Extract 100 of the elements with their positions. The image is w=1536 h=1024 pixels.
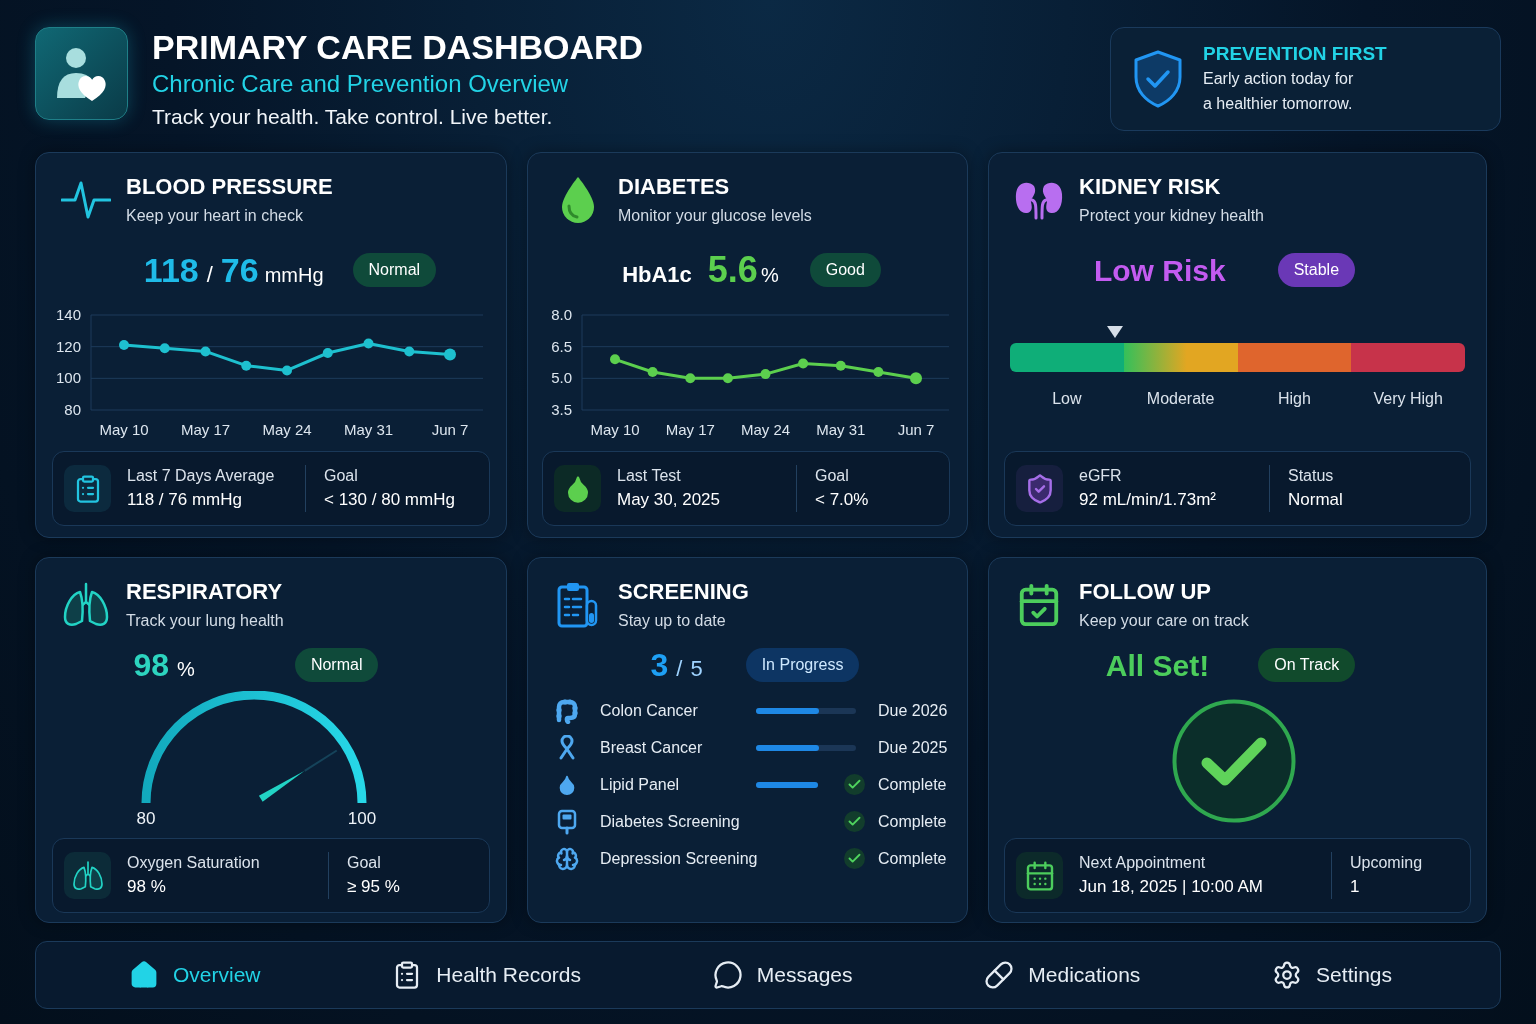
status-badge: Stable [1277,253,1356,287]
screening-count: 3 / 5 [650,646,703,685]
axis-label: Jun 7 [431,421,469,438]
summary-label: Goal [347,852,382,873]
data-point [910,372,922,385]
brain-icon [555,846,579,871]
summary-value: 1 [1350,875,1361,898]
nav-tab[interactable]: Health Records [392,959,582,991]
risk-label: Very High [1373,389,1443,409]
nav-tab[interactable]: Messages [712,959,853,991]
data-point [444,348,456,361]
summary-label: Last Test [617,465,682,486]
data-point [119,340,129,351]
summary-value: Jun 18, 2025 | 10:00 AM [1079,875,1264,898]
axis-label: May 10 [590,421,640,438]
screening-name: Diabetes Screening [600,811,741,832]
axis-label: Jun 7 [897,421,935,438]
dashboard-title: PRIMARY CARE DASHBOARD [152,27,644,68]
hba1c-reading: HbA1c 5.6% [622,248,779,292]
screening-name: Lipid Panel [600,774,681,795]
lungs-icon [64,852,111,899]
calendar-icon [1016,852,1063,899]
card-subtitle: Track your lung health [126,611,284,631]
dashboard-subtitle: Chronic Care and Prevention Overview [152,69,570,99]
shield-check-icon [1133,50,1183,108]
gauge-label: 100 [347,809,377,828]
home-icon [129,960,159,990]
screening-status: Complete [878,774,947,795]
lungs-icon [62,581,110,629]
axis-label: May 10 [99,421,149,438]
data-point [760,369,771,380]
drop-icon [554,465,601,512]
axis-label: May 17 [665,421,715,438]
oxygen-reading: 98 % [133,646,195,685]
data-point [873,367,884,377]
summary-value: ≥ 95 % [347,875,400,898]
axis-label: 8.0 [551,306,572,323]
summary-value: < 7.0% [815,488,869,511]
kidneys-icon [1014,180,1064,220]
card-subtitle: Stay up to date [618,611,727,631]
status-badge: Good [809,253,881,287]
axis-label: May 31 [816,421,866,438]
data-point [322,348,333,358]
status-badge: On Track [1258,648,1356,682]
card-title: FOLLOW UP [1079,578,1212,606]
summary-value: May 30, 2025 [617,488,721,511]
data-point [647,367,658,377]
card-subtitle: Keep your heart in check [126,206,304,226]
data-point [363,338,374,349]
card-title: KIDNEY RISK [1079,173,1222,201]
glucose-meter-icon [556,808,578,835]
clipboard-icon [556,581,600,629]
nav-tab[interactable]: Medications [984,959,1141,991]
status-badge: Normal [294,648,379,682]
data-point [610,354,620,365]
data-point [404,346,415,357]
risk-label: Moderate [1146,389,1215,409]
card-title: BLOOD PRESSURE [126,173,333,201]
axis-label: 3.5 [551,401,572,418]
data-point [835,360,846,371]
screening-status: Complete [878,811,947,832]
data-point [241,360,252,371]
summary-label: Goal [324,465,359,486]
data-point [685,373,696,384]
drop-icon [560,176,596,224]
status-badge: In Progress [745,648,860,682]
screening-status: Due 2026 [878,700,948,721]
summary-value: 98 % [127,875,167,898]
axis-label: May 24 [262,421,312,438]
card-title: SCREENING [618,578,749,606]
pill-icon [984,960,1015,990]
data-point [722,373,733,384]
clipboard-icon [64,465,111,512]
risk-level: Low Risk [1093,252,1226,289]
axis-label: 100 [55,369,81,387]
axis-label: 140 [55,306,81,323]
data-point [159,343,170,354]
summary-value: < 130 / 80 mmHg [324,488,455,511]
card-title: DIABETES [618,173,731,201]
chat-bubble-icon [712,960,743,990]
screening-name: Breast Cancer [600,737,704,758]
summary-label: Goal [815,465,850,486]
nav-tab[interactable]: Settings [1272,959,1392,991]
card-subtitle: Protect your kidney health [1079,206,1264,226]
summary-label: Status [1288,465,1335,486]
data-point [200,346,211,357]
summary-value: 92 mL/min/1.73m² [1079,488,1217,511]
card-title: RESPIRATORY [126,578,284,606]
axis-label: 80 [64,401,81,418]
data-point [282,365,292,376]
summary-value: 118 / 76 mmHg [127,488,243,511]
summary-label: Next Appointment [1079,852,1207,873]
shield-check-icon [1016,465,1063,512]
intestine-icon [554,697,580,724]
axis-label: May 17 [180,421,231,438]
follow-up-status: All Set! [1105,647,1210,684]
nav-tab[interactable]: Overview [129,959,261,991]
axis-label: May 31 [343,421,394,438]
data-point [798,358,809,369]
dashboard-tagline: Track your health. Take control. Live better. [152,104,554,130]
